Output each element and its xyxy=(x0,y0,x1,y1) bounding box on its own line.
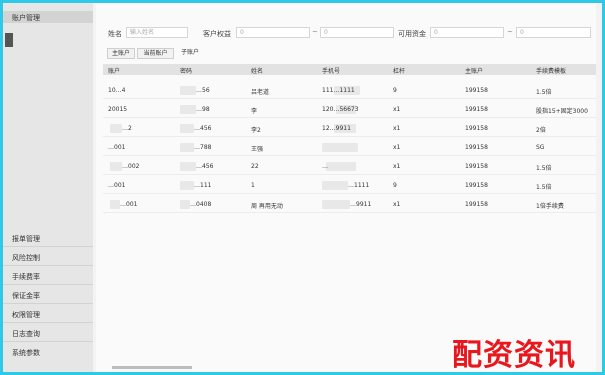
equity-to-input[interactable]: 0 xyxy=(320,27,394,38)
table-cell: x1 xyxy=(393,125,401,132)
table-cell: 111…1111 xyxy=(322,87,355,94)
available-from-input[interactable]: 0 xyxy=(430,27,504,38)
table-cell: …456 xyxy=(196,163,214,170)
table-cell: …0408 xyxy=(190,201,212,208)
table-cell: …001 xyxy=(120,201,138,208)
col-header-account[interactable]: 账户 xyxy=(108,66,120,75)
table-cell: 9 xyxy=(393,87,397,94)
table-cell: SG xyxy=(536,144,545,151)
sidebar-item-orders[interactable]: 报单管理 xyxy=(12,234,40,244)
table-header xyxy=(103,64,596,75)
table-cell: …456 xyxy=(194,125,212,132)
sidebar-item-fees[interactable]: 手续费率 xyxy=(12,272,40,282)
sidebar-item-permissions[interactable]: 权限管理 xyxy=(12,310,40,320)
table-cell: …56 xyxy=(196,87,210,94)
table-cell: 199158 xyxy=(465,106,488,113)
main-panel: 姓名 输入姓名 客户权益 0 ~ 0 可用资金 0 ~ 0 主账户 当前账户 子… xyxy=(96,3,596,372)
table-cell: 12…9911 xyxy=(322,125,351,132)
table-cell: 10…4 xyxy=(108,87,126,94)
col-header-fee-template[interactable]: 手续费模板 xyxy=(536,66,566,75)
table-cell: 王强 xyxy=(251,146,264,153)
available-label: 可用资金 xyxy=(398,30,426,38)
table-cell: 1倍手续费 xyxy=(536,203,564,210)
available-to-input[interactable]: 0 xyxy=(516,27,591,38)
sidebar-item-margin[interactable]: 保证金率 xyxy=(12,291,40,301)
table-cell: …98 xyxy=(196,106,210,113)
table-cell: 1.5倍 xyxy=(536,184,552,191)
table-cell: 199158 xyxy=(465,144,488,151)
table-cell: …001 xyxy=(108,182,126,189)
watermark: 配资资讯 xyxy=(452,338,576,373)
table-cell: …002 xyxy=(122,163,140,170)
sidebar: 账户管理 报单管理 风险控制 手续费率 保证金率 权限管理 日志查询 系统参数 xyxy=(3,3,93,372)
table-cell: 2倍 xyxy=(536,127,546,134)
table-cell: 199158 xyxy=(465,163,488,170)
sidebar-selection-marker xyxy=(5,33,13,47)
table-cell: 1.5倍 xyxy=(536,89,552,96)
equity-separator: ~ xyxy=(312,28,318,36)
table-cell: 120…56673 xyxy=(322,106,359,113)
table-cell: 9 xyxy=(393,182,397,189)
col-header-leverage[interactable]: 杠杆 xyxy=(393,66,405,75)
table-cell: 1.5倍 xyxy=(536,165,552,172)
col-header-phone[interactable]: 手机号 xyxy=(322,66,340,75)
table-cell: 吕老道 xyxy=(251,89,270,96)
table-cell: x1 xyxy=(393,106,401,113)
table-cell: x1 xyxy=(393,144,401,151)
table-cell: …111 xyxy=(194,182,212,189)
name-input[interactable]: 输入姓名 xyxy=(126,27,188,38)
table-cell: 周 再用无动 xyxy=(251,203,283,210)
sidebar-item-risk[interactable]: 风险控制 xyxy=(12,253,40,263)
table-cell: 199158 xyxy=(465,182,488,189)
table-cell: 1 xyxy=(251,182,255,189)
tab-sub-account[interactable]: 子账户 xyxy=(176,48,204,59)
table-cell: 199158 xyxy=(465,201,488,208)
sidebar-item-logs[interactable]: 日志查询 xyxy=(12,329,40,339)
table-cell: …788 xyxy=(194,144,212,151)
equity-from-input[interactable]: 0 xyxy=(236,27,310,38)
available-separator: ~ xyxy=(507,28,513,36)
table-cell: 199158 xyxy=(465,125,488,132)
equity-label: 客户权益 xyxy=(203,30,231,38)
table-cell: 199158 xyxy=(465,87,488,94)
name-label: 姓名 xyxy=(108,30,122,38)
tab-current-account[interactable]: 当前账户 xyxy=(137,48,174,59)
col-header-password[interactable]: 密码 xyxy=(180,66,192,75)
table-cell: 李 xyxy=(251,108,258,115)
table-cell: …001 xyxy=(108,144,126,151)
table-cell: 20015 xyxy=(108,106,128,113)
horizontal-scrollbar[interactable] xyxy=(112,366,192,369)
table-cell: 李2 xyxy=(251,127,261,134)
sidebar-item-system[interactable]: 系统参数 xyxy=(12,348,40,358)
table-cell: … xyxy=(322,163,328,170)
table-cell: x1 xyxy=(393,201,401,208)
table-cell: 22 xyxy=(251,163,259,170)
tab-main-account[interactable]: 主账户 xyxy=(107,48,135,59)
table-cell: …9911 xyxy=(350,201,372,208)
table-cell: x1 xyxy=(393,163,401,170)
sidebar-title[interactable]: 账户管理 xyxy=(12,13,40,23)
col-header-main-account[interactable]: 主账户 xyxy=(465,66,483,75)
col-header-name[interactable]: 姓名 xyxy=(251,66,263,75)
table-cell: 股指15+固定3000 xyxy=(536,108,588,115)
table-cell: …1111 xyxy=(348,182,370,189)
table-cell: …2 xyxy=(122,125,132,132)
